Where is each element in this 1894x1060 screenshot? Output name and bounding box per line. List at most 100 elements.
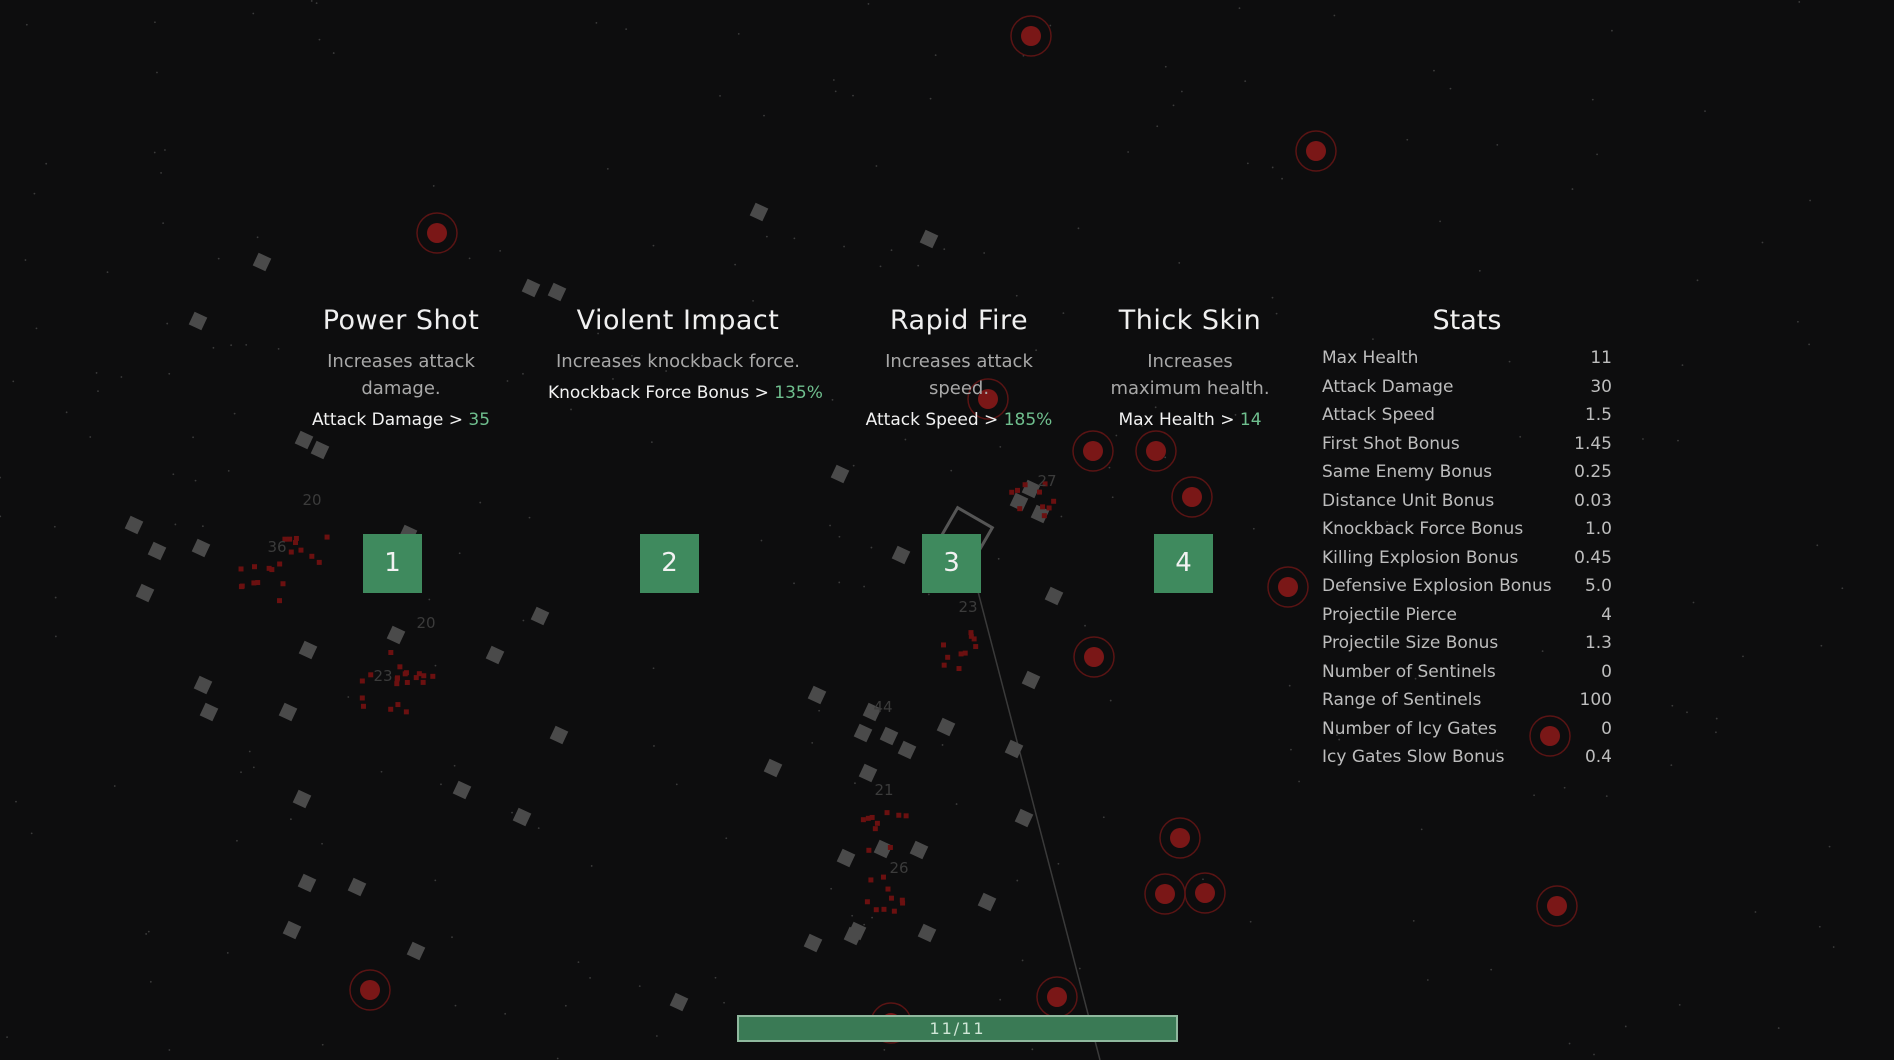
upgrade-card-thick-skin[interactable]: Thick Skin Increases maximum health. Max… [1060, 305, 1320, 430]
debris-square [347, 877, 367, 897]
blood-particle [1036, 489, 1042, 495]
blood-particle [880, 874, 886, 880]
star-dot [120, 376, 123, 378]
star-dot [655, 1035, 658, 1037]
stat-label: Number of Icy Gates [1322, 718, 1497, 739]
star-dot [1252, 527, 1255, 530]
debris-square [803, 933, 823, 953]
star-dot [934, 54, 937, 57]
star-dot [1816, 544, 1819, 547]
star-dot [879, 265, 882, 268]
stat-row: Icy Gates Slow Bonus 0.4 [1322, 743, 1612, 772]
enemy-core [1084, 647, 1104, 667]
star-dot [33, 192, 36, 195]
blood-particle [287, 536, 293, 542]
stats-title: Stats [1432, 305, 1502, 336]
blood-particle [866, 847, 872, 853]
star-dot [834, 90, 837, 93]
enemy-core [1182, 487, 1202, 507]
star-dot [1761, 241, 1764, 244]
enemy-core [1547, 896, 1567, 916]
stat-row: Defensive Explosion Bonus 5.0 [1322, 572, 1612, 601]
upgrade-card-rapid-fire[interactable]: Rapid Fire Increases attack speed. Attac… [829, 305, 1089, 430]
star-dot [256, 236, 259, 239]
blood-particle [403, 670, 409, 676]
upgrade-card-violent-impact[interactable]: Violent Impact Increases knockback force… [548, 305, 823, 403]
blood-particle [266, 565, 272, 571]
debris-square [282, 920, 302, 940]
upgrade-bonus-label: Max Health > [1118, 410, 1235, 430]
stat-value: 100 [1579, 690, 1612, 710]
blood-particle [885, 886, 891, 892]
star-dot [0, 515, 2, 518]
star-dot [217, 257, 220, 260]
star-dot [168, 1049, 171, 1051]
debris-square [830, 464, 850, 484]
blood-particle [238, 584, 244, 590]
star-dot [871, 916, 873, 919]
blood-particle [309, 553, 315, 559]
blood-particle [1017, 506, 1023, 512]
upgrade-card-power-shot[interactable]: Power Shot Increases attack damage. Atta… [271, 305, 531, 430]
enemy-core [1155, 884, 1175, 904]
stat-label: Range of Sentinels [1322, 690, 1482, 710]
select-upgrade-3-button[interactable]: 3 [922, 534, 981, 593]
star-dot [168, 372, 171, 375]
debris-square [1014, 808, 1034, 828]
star-dot [1021, 959, 1024, 962]
star-dot [1288, 684, 1291, 687]
stat-label: First Shot Bonus [1322, 433, 1460, 454]
debris-square [1021, 670, 1041, 690]
star-dot [890, 249, 893, 252]
star-dot [54, 596, 57, 599]
star-dot [453, 764, 456, 767]
debris-square [891, 545, 911, 565]
upgrade-bonus-label: Attack Speed > [865, 410, 999, 430]
upgrade-bonus-label: Knockback Force Bonus > [548, 383, 769, 403]
star-dot [1172, 104, 1175, 107]
star-dot [832, 79, 835, 81]
star-dot [590, 865, 593, 867]
damage-number: 23 [958, 598, 977, 616]
star-dot [166, 322, 169, 325]
blood-particle [971, 636, 977, 642]
stat-label: Knockback Force Bonus [1322, 519, 1524, 539]
debris-square [191, 538, 211, 558]
star-dot [763, 114, 765, 117]
blood-particle [403, 709, 409, 715]
stats-panel: Stats Max Health 11 Attack Damage 30 Attack … [1322, 305, 1612, 772]
star-dot [652, 244, 655, 247]
star-dot [147, 930, 150, 933]
debris-square [836, 848, 856, 868]
select-upgrade-2-button[interactable]: 2 [640, 534, 699, 593]
stat-label: Projectile Size Bonus [1322, 633, 1499, 653]
star-dot [25, 23, 28, 26]
blood-particle [899, 897, 905, 903]
star-dot [875, 165, 878, 167]
debris-square [669, 992, 689, 1012]
star-dot [1686, 711, 1688, 714]
select-upgrade-4-button[interactable]: 4 [1154, 534, 1213, 593]
star-dot [1777, 1027, 1780, 1029]
enemy-core [1047, 987, 1067, 1007]
star-dot [236, 839, 238, 842]
blood-particle [1022, 482, 1028, 488]
star-dot [1433, 69, 1435, 72]
debris-square [549, 725, 569, 745]
wave-progress-bar: 11/11 [737, 1015, 1178, 1042]
star-dot [1202, 878, 1204, 881]
star-dot [15, 800, 17, 803]
star-dot [458, 552, 461, 555]
star-dot [347, 696, 350, 698]
star-dot [0, 476, 1, 479]
debris-square [193, 675, 213, 695]
blood-particle [968, 630, 974, 636]
star-dot [149, 980, 152, 983]
star-dot [1164, 456, 1167, 459]
debris-square [977, 892, 997, 912]
select-upgrade-1-button[interactable]: 1 [363, 534, 422, 593]
star-dot [97, 390, 99, 393]
stat-value: 0.45 [1574, 547, 1612, 568]
stat-value: 0.25 [1574, 462, 1612, 482]
star-dot [883, 1049, 886, 1051]
